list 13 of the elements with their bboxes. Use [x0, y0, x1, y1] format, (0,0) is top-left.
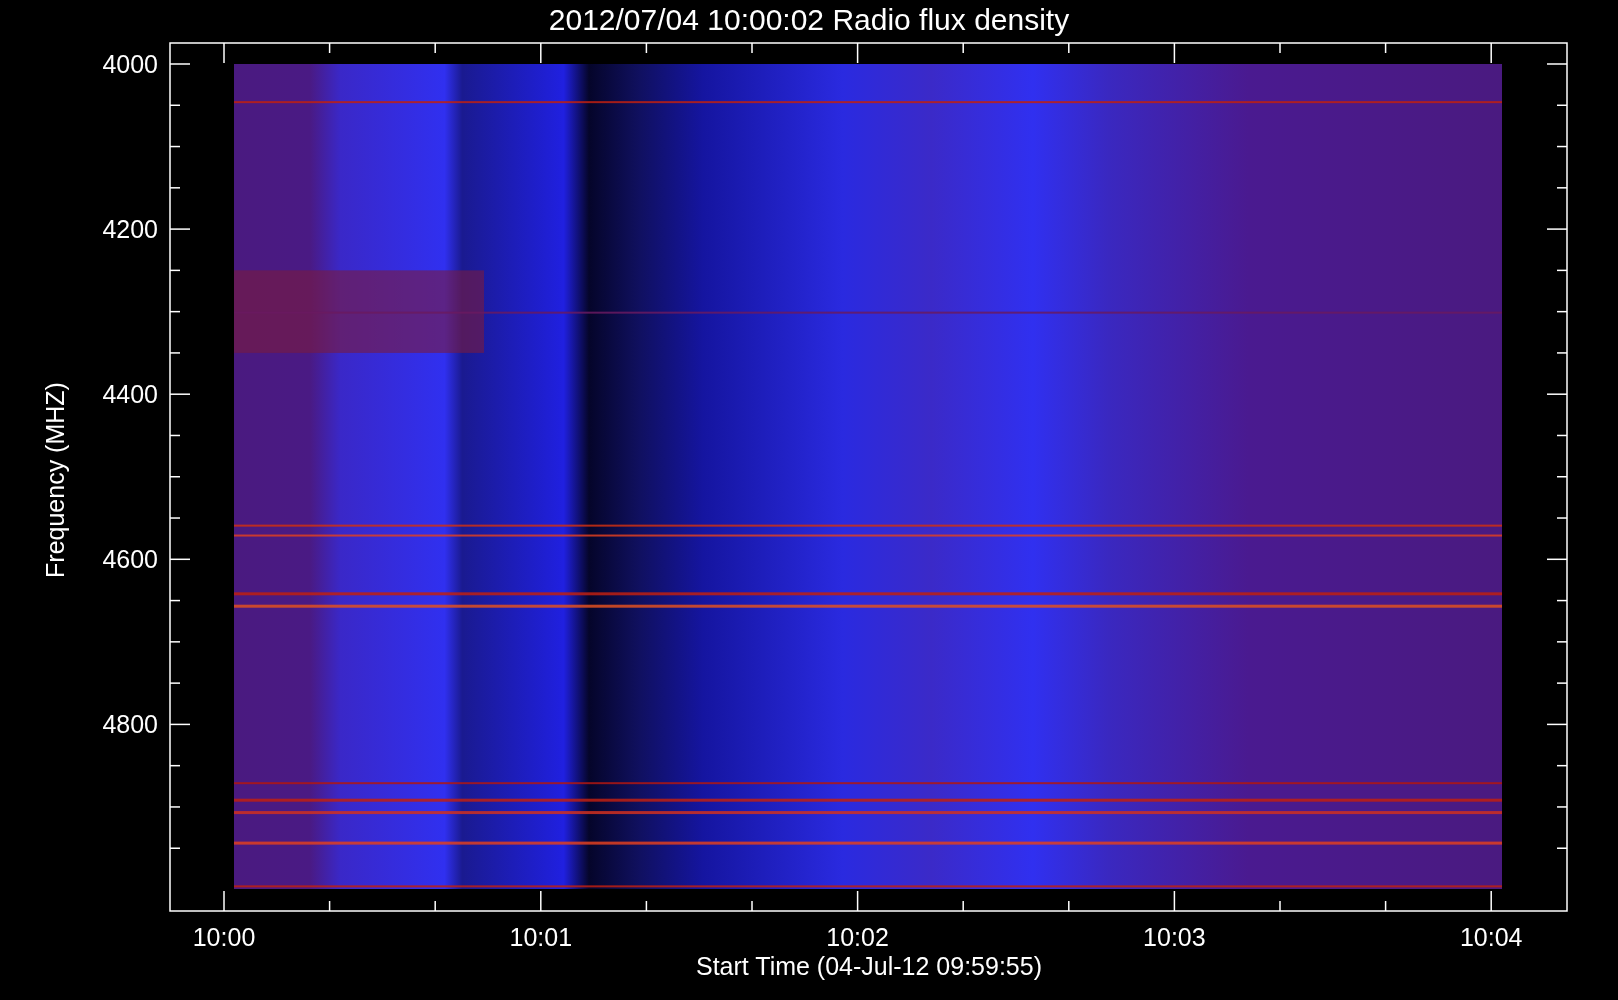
plot-title: 2012/07/04 10:00:02 Radio flux density	[548, 3, 1070, 36]
y-tick-label: 4200	[102, 215, 158, 244]
x-tick-label: 10:01	[509, 923, 573, 951]
y-tick-label: 4800	[102, 710, 158, 739]
y-tick-label: 4000	[102, 50, 158, 78]
x-tick-label: 10:00	[192, 923, 256, 951]
y-tick-label: 4600	[102, 545, 158, 574]
x-tick-label: 10:04	[1459, 923, 1523, 951]
y-tick-label: 4400	[102, 380, 158, 409]
x-axis-label: Start Time (04-Jul-12 09:59:55)	[696, 952, 1042, 980]
x-tick-label: 10:03	[1143, 923, 1206, 951]
y-axis-label: Frequency (MHZ)	[41, 382, 69, 578]
x-tick-label: 10:02	[826, 923, 889, 951]
